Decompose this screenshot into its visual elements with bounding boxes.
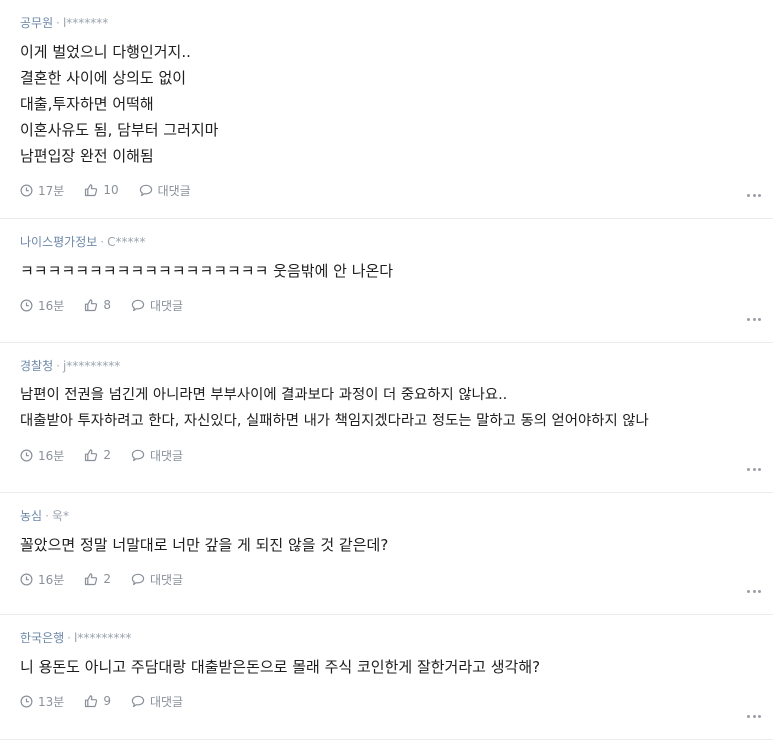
- clock-icon: [20, 695, 33, 707]
- thumbs-up-icon: [85, 449, 98, 462]
- comment-item: 경찰청 · j********* 남편이 전권을 넘긴게 아니라면 부부사이에 결과…: [0, 343, 773, 493]
- user-id: 욱*: [51, 509, 69, 523]
- timestamp: 17분: [20, 182, 64, 199]
- comment-line: ㅋㅋㅋㅋㅋㅋㅋㅋㅋㅋㅋㅋㅋㅋㅋㅋㅋㅋ 웃음밖에 안 나온다: [20, 262, 394, 280]
- comment-line: 이게 벌었으니 다행인거지..: [20, 43, 191, 61]
- reply-button[interactable]: 대댓글: [131, 571, 183, 588]
- comment-line: 대출,투자하면 어떡해: [20, 95, 154, 113]
- reply-button[interactable]: 대댓글: [131, 447, 183, 464]
- comment-body: ㅋㅋㅋㅋㅋㅋㅋㅋㅋㅋㅋㅋㅋㅋㅋㅋㅋㅋ 웃음밖에 안 나온다: [20, 258, 753, 284]
- user-id: j*********: [62, 359, 121, 373]
- reply-button[interactable]: 대댓글: [131, 693, 183, 710]
- timestamp: 16분: [20, 571, 64, 588]
- more-options-icon[interactable]: [747, 192, 761, 198]
- author-name[interactable]: 농심: [20, 509, 42, 523]
- comment-line: 이혼사유도 됨, 담부터 그러지마: [20, 121, 219, 139]
- clock-icon: [20, 449, 33, 461]
- thumbs-up-icon: [85, 299, 98, 312]
- timestamp: 13분: [20, 693, 64, 710]
- user-id: C*****: [107, 235, 146, 249]
- comment-actions: 16분 8 대댓글: [20, 296, 753, 314]
- more-options-icon[interactable]: [747, 588, 761, 594]
- like-button[interactable]: 9: [84, 694, 111, 708]
- comment-item: 농심 · 욱* 꼴았으면 정말 너말대로 너만 갚을 게 되진 않을 것 같은데? …: [0, 493, 773, 615]
- like-button[interactable]: 2: [84, 572, 111, 586]
- more-options-icon[interactable]: [747, 466, 761, 472]
- speech-bubble-icon: [139, 184, 152, 196]
- comment-meta: 공무원 · l*******: [20, 15, 753, 31]
- reply-label: 대댓글: [149, 448, 184, 463]
- comment-meta: 나이스평가정보 · C*****: [20, 234, 753, 250]
- comment-actions: 17분 10 대댓글: [20, 181, 753, 199]
- author-name[interactable]: 경찰청: [20, 359, 53, 373]
- reply-label: 대댓글: [157, 183, 191, 198]
- time-text: 16분: [38, 572, 65, 587]
- more-options-icon[interactable]: [747, 316, 761, 322]
- like-count: 8: [103, 298, 111, 312]
- speech-bubble-icon: [131, 449, 145, 461]
- more-options-icon[interactable]: [747, 713, 761, 719]
- comment-actions: 13분 9 대댓글: [20, 692, 753, 710]
- comment-item: 공무원 · l******* 이게 벌었으니 다행인거지.. 결혼한 사이에 상의도…: [0, 0, 773, 219]
- meta-separator: ·: [67, 631, 71, 645]
- comment-item: 나이스평가정보 · C***** ㅋㅋㅋㅋㅋㅋㅋㅋㅋㅋㅋㅋㅋㅋㅋㅋㅋㅋ 웃음밖에 안…: [0, 219, 773, 343]
- like-count: 2: [103, 448, 111, 462]
- meta-separator: ·: [45, 509, 49, 523]
- author-name[interactable]: 나이스평가정보: [20, 235, 97, 249]
- speech-bubble-icon: [131, 695, 145, 707]
- meta-separator: ·: [100, 235, 105, 249]
- speech-bubble-icon: [131, 573, 145, 585]
- reply-label: 대댓글: [149, 298, 184, 313]
- thumbs-up-icon: [85, 573, 98, 586]
- comment-list: 공무원 · l******* 이게 벌었으니 다행인거지.. 결혼한 사이에 상의도…: [0, 0, 773, 740]
- thumbs-up-icon: [85, 695, 98, 708]
- user-id: l*******: [62, 16, 109, 30]
- comment-actions: 16분 2 대댓글: [20, 446, 753, 464]
- comment-item: 한국은행 · l********* 니 용돈도 아니고 주담대랑 대출받은돈으로 몰…: [0, 615, 773, 740]
- time-text: 16분: [38, 448, 65, 463]
- reply-label: 대댓글: [149, 572, 184, 587]
- reply-label: 대댓글: [149, 694, 184, 709]
- comment-line: 니 용돈도 아니고 주담대랑 대출받은돈으로 몰래 주식 코인한게 잘한거라고 …: [20, 658, 541, 676]
- clock-icon: [20, 573, 33, 585]
- like-count: 2: [103, 572, 111, 586]
- meta-separator: ·: [56, 16, 60, 30]
- time-text: 16분: [38, 298, 65, 313]
- comment-line: 남편입장 완전 이해됨: [20, 147, 154, 165]
- like-button[interactable]: 8: [84, 298, 111, 312]
- clock-icon: [20, 184, 33, 196]
- author-name[interactable]: 공무원: [20, 16, 53, 30]
- comment-meta: 농심 · 욱*: [20, 508, 753, 524]
- comment-line: 대출받아 투자하려고 한다, 자신있다, 실패하면 내가 책임지겠다라고 정도는…: [20, 413, 649, 429]
- meta-separator: ·: [56, 359, 60, 373]
- comment-meta: 경찰청 · j*********: [20, 358, 753, 374]
- timestamp: 16분: [20, 447, 64, 464]
- like-button[interactable]: 10: [84, 183, 119, 197]
- clock-icon: [20, 299, 33, 311]
- thumbs-up-icon: [85, 184, 98, 197]
- timestamp: 16분: [20, 297, 64, 314]
- comment-meta: 한국은행 · l*********: [20, 630, 753, 646]
- like-count: 9: [103, 694, 111, 708]
- comment-body: 꼴았으면 정말 너말대로 너만 갚을 게 되진 않을 것 같은데?: [20, 532, 753, 558]
- like-button[interactable]: 2: [84, 448, 111, 462]
- comment-body: 남편이 전권을 넘긴게 아니라면 부부사이에 결과보다 과정이 더 중요하지 않…: [20, 382, 753, 434]
- author-name[interactable]: 한국은행: [20, 631, 64, 645]
- time-text: 13분: [38, 694, 65, 709]
- comment-line: 꼴았으면 정말 너말대로 너만 갚을 게 되진 않을 것 같은데?: [20, 536, 389, 554]
- like-count: 10: [103, 183, 119, 197]
- reply-button[interactable]: 대댓글: [131, 297, 183, 314]
- comment-line: 남편이 전권을 넘긴게 아니라면 부부사이에 결과보다 과정이 더 중요하지 않…: [20, 387, 508, 403]
- time-text: 17분: [38, 183, 65, 198]
- comment-body: 니 용돈도 아니고 주담대랑 대출받은돈으로 몰래 주식 코인한게 잘한거라고 …: [20, 654, 753, 680]
- comment-body: 이게 벌었으니 다행인거지.. 결혼한 사이에 상의도 없이 대출,투자하면 어…: [20, 39, 753, 169]
- reply-button[interactable]: 대댓글: [139, 182, 191, 199]
- comment-actions: 16분 2 대댓글: [20, 570, 753, 588]
- user-id: l*********: [74, 631, 132, 645]
- comment-line: 결혼한 사이에 상의도 없이: [20, 69, 187, 87]
- speech-bubble-icon: [131, 299, 145, 311]
